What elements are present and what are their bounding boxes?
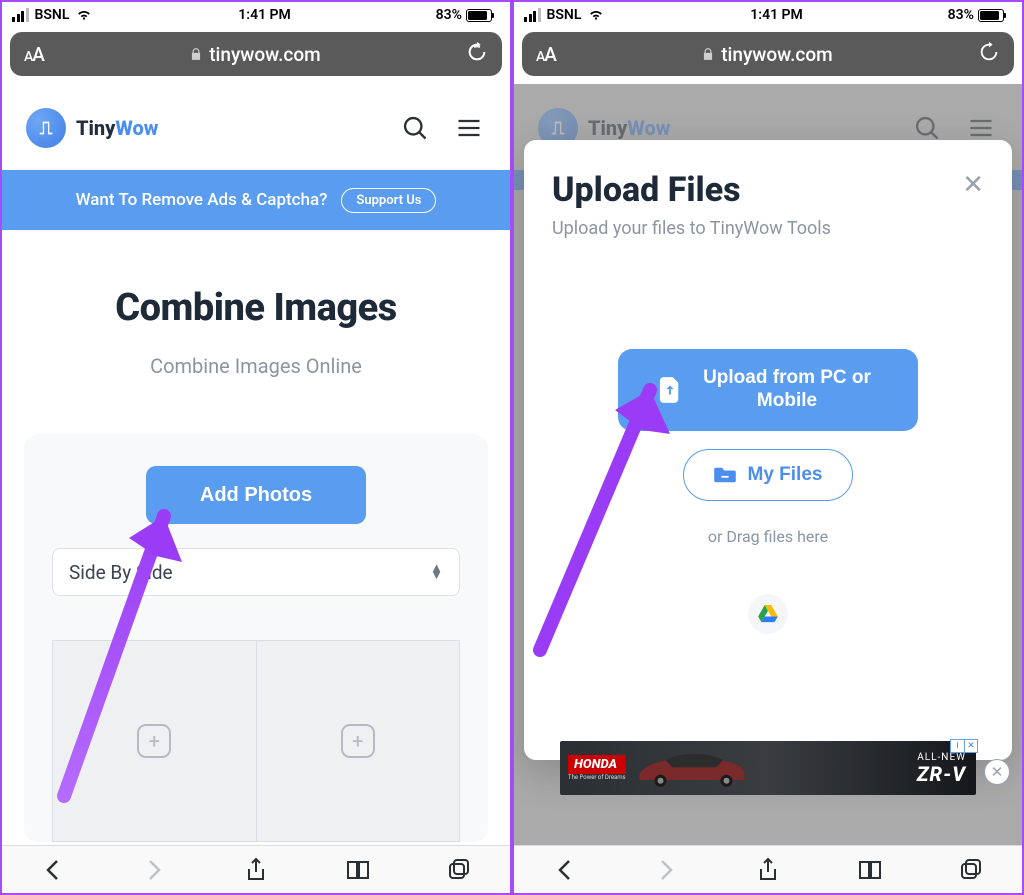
upload-from-device-button[interactable]: Upload from PC or Mobile	[618, 349, 918, 431]
url-domain: tinywow.com	[209, 43, 320, 66]
my-files-label: My Files	[748, 464, 823, 486]
promo-banner: Want To Remove Ads & Captcha? Support Us	[2, 170, 510, 230]
page-title: Combine Images	[24, 286, 488, 330]
brand-name-a: Tiny	[76, 116, 115, 140]
menu-button[interactable]	[452, 111, 486, 145]
tabs-button[interactable]	[446, 857, 472, 883]
support-us-button[interactable]: Support Us	[341, 188, 436, 213]
browser-toolbar	[2, 845, 510, 893]
share-button[interactable]	[243, 857, 269, 883]
ad-banner[interactable]: i✕ HONDA The Power of Dreams ALL-NEW	[560, 741, 976, 795]
wifi-icon	[587, 8, 605, 22]
my-files-button[interactable]: My Files	[683, 449, 854, 501]
status-bar: BSNL 1:41 PM 83%	[514, 2, 1022, 28]
battery-pct: 83%	[436, 7, 462, 23]
drag-hint: or Drag files here	[708, 527, 828, 546]
reload-button[interactable]	[466, 41, 488, 68]
layout-select[interactable]: Side By Side ▲▼	[52, 548, 460, 596]
search-button[interactable]	[398, 111, 432, 145]
ad-tagline: The Power of Dreams	[568, 774, 626, 781]
signal-icon	[12, 8, 29, 22]
clock-label: 1:41 PM	[238, 7, 291, 23]
address-bar[interactable]: AA tinywow.com	[10, 32, 502, 76]
back-button[interactable]	[40, 857, 66, 883]
tool-card: Add Photos Side By Side ▲▼ + +	[24, 434, 488, 842]
image-slot-2[interactable]: +	[257, 641, 460, 841]
back-button[interactable]	[552, 857, 578, 883]
google-drive-button[interactable]	[748, 594, 788, 634]
carrier-label: BSNL	[547, 7, 582, 23]
plus-icon: +	[137, 724, 171, 758]
ad-headline: ZR-V	[917, 763, 966, 785]
brand-logo-block[interactable]: ⎍ TinyWow	[26, 108, 158, 148]
text-size-button[interactable]: AA	[24, 43, 44, 66]
reload-button[interactable]	[978, 41, 1000, 68]
image-slot-1[interactable]: +	[53, 641, 257, 841]
upload-modal: Upload Files Upload your files to TinyWo…	[524, 140, 1012, 760]
site-header: ⎍ TinyWow	[2, 84, 510, 170]
google-drive-icon	[758, 605, 778, 623]
car-illustration	[632, 748, 752, 788]
battery-icon	[978, 9, 1004, 22]
brand-name-b: Wow	[115, 116, 158, 140]
tabs-button[interactable]	[958, 857, 984, 883]
lock-icon	[189, 47, 203, 61]
ad-headline-small: ALL-NEW	[917, 752, 966, 763]
bookmarks-button[interactable]	[857, 857, 883, 883]
modal-title: Upload Files	[552, 170, 831, 210]
forward-button[interactable]	[141, 857, 167, 883]
main-content: Combine Images Combine Images Online Add…	[2, 230, 510, 845]
bookmarks-button[interactable]	[345, 857, 371, 883]
folder-icon	[714, 466, 736, 484]
lock-icon	[701, 47, 715, 61]
share-button[interactable]	[755, 857, 781, 883]
status-bar: BSNL 1:41 PM 83%	[2, 2, 510, 28]
document-upload-icon	[659, 377, 681, 403]
promo-text: Want To Remove Ads & Captcha?	[76, 190, 328, 210]
browser-toolbar	[514, 845, 1022, 893]
layout-select-value: Side By Side	[69, 561, 173, 584]
forward-button[interactable]	[653, 857, 679, 883]
plus-icon: +	[341, 724, 375, 758]
close-button[interactable]: ✕	[962, 170, 984, 200]
url-domain: tinywow.com	[721, 43, 832, 66]
ad-brand: HONDA	[568, 755, 626, 774]
ad-close-button[interactable]: ✕	[984, 759, 1010, 785]
page-subtitle: Combine Images Online	[24, 354, 488, 378]
brand-logo-icon: ⎍	[26, 108, 66, 148]
address-bar[interactable]: AA tinywow.com	[522, 32, 1014, 76]
battery-pct: 83%	[948, 7, 974, 23]
carrier-label: BSNL	[35, 7, 70, 23]
clock-label: 1:41 PM	[750, 7, 803, 23]
upload-btn-label: Upload from PC or Mobile	[697, 367, 877, 413]
signal-icon	[524, 8, 541, 22]
battery-icon	[466, 9, 492, 22]
add-photos-button[interactable]: Add Photos	[146, 466, 366, 524]
chevron-updown-icon: ▲▼	[430, 565, 443, 579]
text-size-button[interactable]: AA	[536, 43, 556, 66]
wifi-icon	[75, 8, 93, 22]
modal-subtitle: Upload your files to TinyWow Tools	[552, 218, 831, 239]
adchoices-icon[interactable]: i✕	[950, 739, 978, 753]
